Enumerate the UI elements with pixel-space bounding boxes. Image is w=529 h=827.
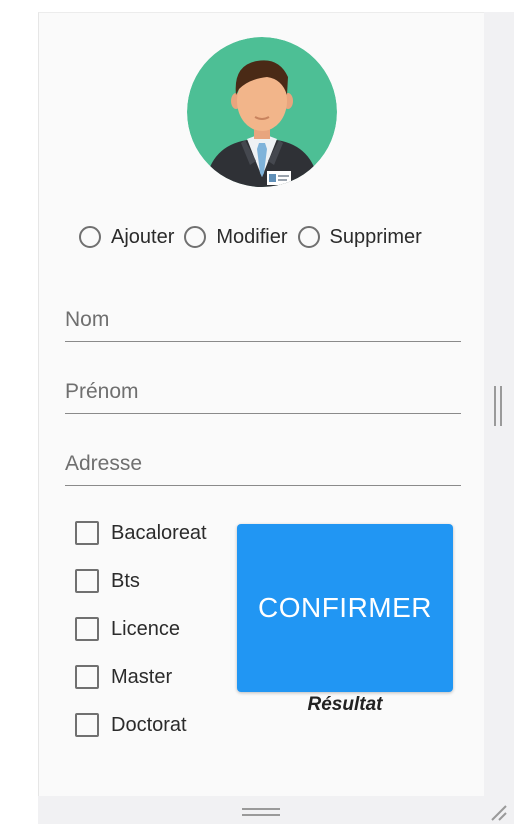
radio-modifier[interactable]: Modifier <box>184 225 288 249</box>
radio-ajouter[interactable]: Ajouter <box>79 226 174 249</box>
splitter-handle-icon[interactable] <box>494 386 502 426</box>
prenom-field <box>65 373 461 414</box>
checkbox-bts[interactable]: Bts <box>75 557 207 605</box>
nom-field <box>65 301 461 342</box>
diploma-checkbox-list: Bacaloreat Bts Licence Master Doctorat <box>75 509 207 749</box>
checkbox-box[interactable] <box>75 521 99 545</box>
resize-grip-icon[interactable] <box>488 802 508 822</box>
radio-button-circle[interactable] <box>79 226 101 248</box>
checkbox-master[interactable]: Master <box>75 653 207 701</box>
checkbox-licence[interactable]: Licence <box>75 605 207 653</box>
checkbox-box[interactable] <box>75 713 99 737</box>
checkbox-label-bacaloreat: Bacaloreat <box>111 521 207 544</box>
radio-label-ajouter: Ajouter <box>111 225 175 248</box>
checkbox-label-licence: Licence <box>111 617 180 640</box>
checkbox-box[interactable] <box>75 665 99 689</box>
confirm-button[interactable]: CONFIRMER <box>237 524 453 692</box>
adresse-input[interactable] <box>65 445 461 483</box>
prenom-input[interactable] <box>65 373 461 411</box>
radio-label-modifier: Modifier <box>216 225 288 248</box>
checkbox-doctorat[interactable]: Doctorat <box>75 701 207 749</box>
radio-button-circle[interactable] <box>184 226 207 248</box>
radio-supprimer[interactable]: Supprimer <box>297 225 422 249</box>
checkbox-label-doctorat: Doctorat <box>111 713 187 736</box>
form-panel: Ajouter Modifier Supprimer Bacaloreat Bt… <box>38 12 484 796</box>
bottom-drag-handle-icon[interactable] <box>242 808 280 816</box>
businessman-avatar-icon <box>187 37 337 187</box>
adresse-field <box>65 445 461 486</box>
nom-input[interactable] <box>65 301 461 339</box>
checkbox-box[interactable] <box>75 617 99 641</box>
action-radio-group: Ajouter Modifier Supprimer <box>79 223 432 251</box>
checkbox-bacaloreat[interactable]: Bacaloreat <box>75 509 207 557</box>
radio-button-circle[interactable] <box>297 226 320 248</box>
checkbox-box[interactable] <box>75 569 99 593</box>
result-label: Résultat <box>307 694 383 715</box>
checkbox-label-bts: Bts <box>111 569 140 592</box>
radio-label-supprimer: Supprimer <box>329 225 422 248</box>
checkbox-label-master: Master <box>111 665 173 688</box>
